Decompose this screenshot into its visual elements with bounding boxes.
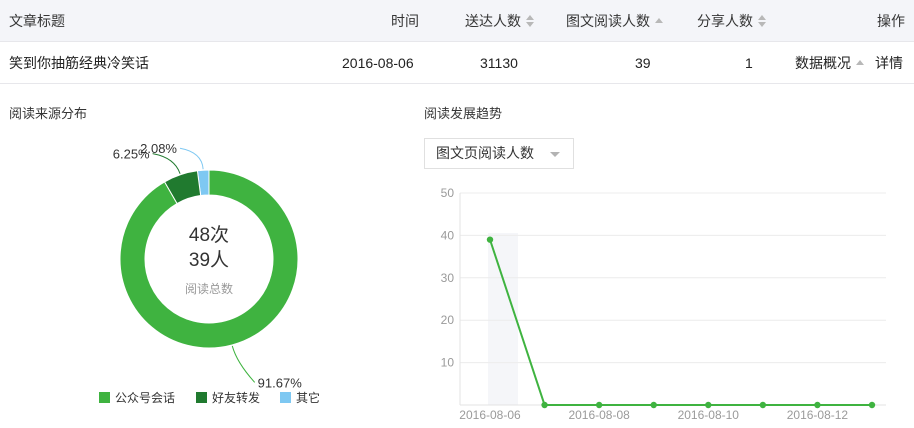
overview-link[interactable]: 数据概况 <box>795 42 865 84</box>
metric-select-value: 图文页阅读人数 <box>436 145 534 161</box>
col-shares-label: 分享人数 <box>697 13 753 29</box>
legend-swatch <box>99 392 110 403</box>
data-point[interactable] <box>595 401 603 409</box>
col-time-header: 时间 <box>391 13 419 29</box>
y-tick-label: 50 <box>441 186 455 200</box>
data-point[interactable] <box>814 401 821 409</box>
shares-count: 1 <box>745 55 753 71</box>
data-point[interactable] <box>486 236 494 243</box>
y-tick-label: 30 <box>441 271 455 285</box>
trend-panel-title: 阅读发展趋势 <box>424 106 503 121</box>
donut-center-people: 39人 <box>189 249 229 271</box>
overview-link-label: 数据概况 <box>795 55 851 71</box>
chevron-down-icon <box>550 152 560 157</box>
x-tick-label: 2016-08-10 <box>678 408 740 422</box>
legend-swatch <box>280 392 291 403</box>
data-point[interactable] <box>650 401 657 409</box>
detail-link[interactable]: 详情 <box>875 42 903 84</box>
donut-label-line <box>231 345 256 383</box>
legend-item-forward[interactable]: 好友转发 <box>196 390 260 406</box>
article-time: 2016-08-06 <box>342 55 414 71</box>
legend-label: 其它 <box>296 391 321 405</box>
data-point[interactable] <box>705 401 712 409</box>
donut-center-count: 48次 <box>189 224 229 246</box>
col-readers-header[interactable]: 图文阅读人数 <box>566 0 664 42</box>
donut-label-line <box>179 147 204 170</box>
legend-swatch <box>196 392 207 403</box>
x-tick-label: 2016-08-12 <box>787 408 849 422</box>
donut-center-caption: 阅读总数 <box>185 281 233 296</box>
data-point[interactable] <box>759 401 767 409</box>
col-title-header: 文章标题 <box>9 13 65 29</box>
x-tick-label: 2016-08-08 <box>568 408 630 422</box>
article-title: 笑到你抽筋经典冷笑话 <box>9 55 149 71</box>
data-point[interactable] <box>868 401 876 409</box>
sort-up-icon <box>654 15 664 27</box>
delivered-count: 31130 <box>480 55 518 71</box>
legend-label: 好友转发 <box>212 391 261 405</box>
legend-item-other[interactable]: 其它 <box>280 390 320 406</box>
sort-icon <box>525 15 535 27</box>
donut-label-line <box>152 153 181 174</box>
table-header: 文章标题 时间 送达人数 图文阅读人数 分享人数 操作 <box>0 0 914 42</box>
collapse-arrow-icon <box>855 57 865 69</box>
col-readers-label: 图文阅读人数 <box>566 13 650 29</box>
sort-icon <box>757 15 767 27</box>
donut-slice-label: 91.67% <box>258 375 303 390</box>
y-tick-label: 10 <box>441 356 455 370</box>
hover-band <box>488 233 519 405</box>
col-actions-header: 操作 <box>877 13 905 29</box>
series-line <box>489 239 872 406</box>
x-tick-label: 2016-08-06 <box>459 408 521 422</box>
y-tick-label: 40 <box>441 228 455 242</box>
readers-count: 39 <box>635 55 651 71</box>
y-tick-label: 20 <box>441 313 455 327</box>
metric-select[interactable]: 图文页阅读人数 <box>424 138 574 169</box>
legend-label: 公众号会话 <box>115 391 176 405</box>
legend-item-session[interactable]: 公众号会话 <box>99 390 175 406</box>
trend-line-chart: 10 20 30 40 50 2016-08-06 2016-08-08 2016-08-1… <box>441 186 886 422</box>
col-shares-header[interactable]: 分享人数 <box>697 0 767 42</box>
donut-slice-label: 6.25% <box>113 147 150 162</box>
data-point[interactable] <box>541 401 548 409</box>
col-delivered-header[interactable]: 送达人数 <box>465 0 535 42</box>
source-donut-chart: 2.08%6.25%91.67% 48次 39人 阅读总数 <box>113 141 303 390</box>
table-row: 笑到你抽筋经典冷笑话 2016-08-06 31130 39 1 数据概况 详情 <box>0 42 914 84</box>
col-delivered-label: 送达人数 <box>465 13 521 29</box>
